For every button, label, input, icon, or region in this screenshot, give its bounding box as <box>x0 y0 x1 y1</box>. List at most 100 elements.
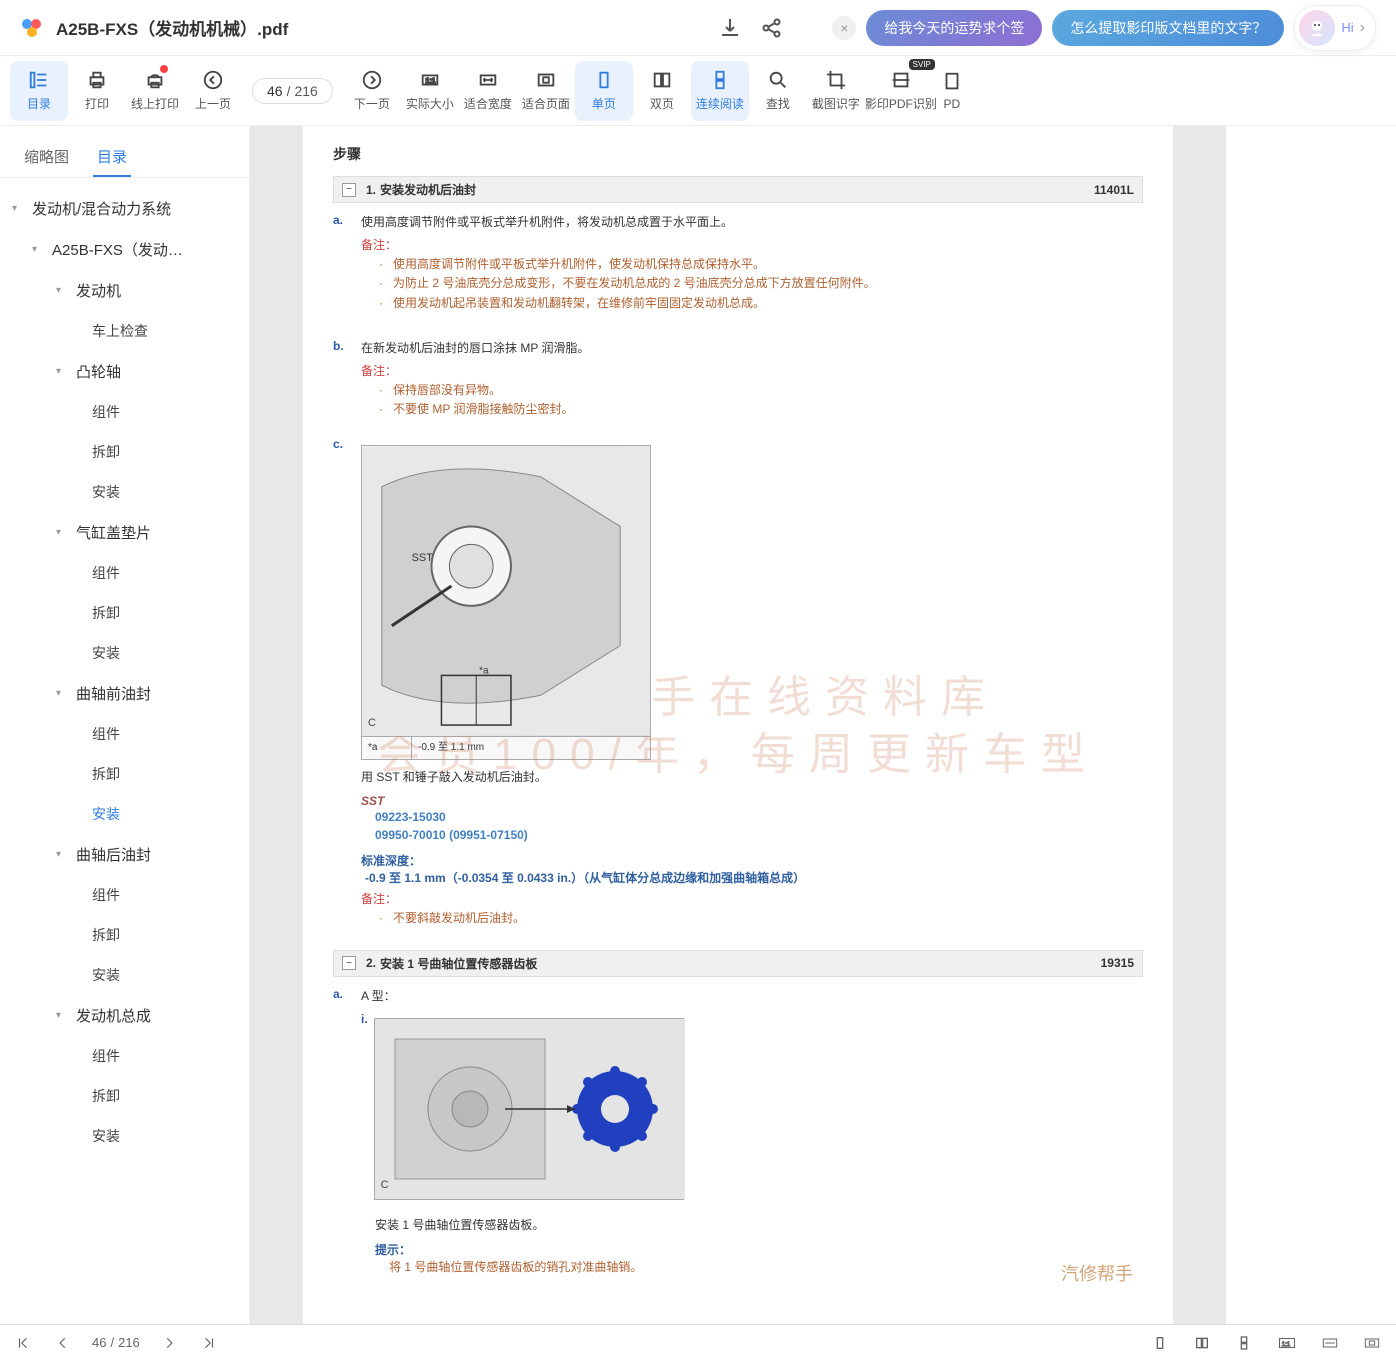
tree-node-cam-remove[interactable]: 拆卸 <box>0 432 249 472</box>
tool-toc[interactable]: 目录 <box>10 61 68 121</box>
diagram-corner-c: C <box>381 1177 389 1195</box>
footer-fitw-icon[interactable] <box>1318 1332 1342 1354</box>
tree-node-gasket-install[interactable]: 安装 <box>0 633 249 673</box>
footer-single-icon[interactable] <box>1148 1331 1172 1355</box>
tree-node-fs-comp[interactable]: 组件 <box>0 714 249 754</box>
avatar-icon <box>1299 10 1335 46</box>
tool-continuous[interactable]: 连续阅读 <box>691 61 749 121</box>
tool-fit-page[interactable]: 适合页面 <box>517 61 575 121</box>
tool-actual-label: 实际大小 <box>406 95 454 112</box>
note-list-a: 使用高度调节附件或平板式举升机附件，使发动机保持总成保持水平。 为防止 2 号油… <box>333 255 1143 313</box>
tree-node-engine-hybrid[interactable]: ▾发动机/混合动力系统 <box>0 188 249 229</box>
tool-toc-label: 目录 <box>27 95 51 112</box>
footer-fitp-icon[interactable] <box>1360 1332 1384 1354</box>
tree-node-fs-remove[interactable]: 拆卸 <box>0 754 249 794</box>
page-current: 46 <box>267 83 283 99</box>
tool-actual-size[interactable]: 1:1 实际大小 <box>401 61 459 121</box>
chevron-down-icon: ▾ <box>56 1010 70 1021</box>
avatar-button[interactable]: Hi › <box>1294 5 1376 51</box>
tool-double-page[interactable]: 双页 <box>633 61 691 121</box>
diagram-sensor-plate: C <box>374 1018 684 1200</box>
tab-toc[interactable]: 目录 <box>93 138 131 177</box>
tree-node-cam-comp[interactable]: 组件 <box>0 392 249 432</box>
tool-online-print[interactable]: 线上打印 <box>126 61 184 121</box>
svg-text:1:1: 1:1 <box>425 76 435 85</box>
footer-actual-icon[interactable]: 1:1 <box>1274 1332 1300 1354</box>
tree-node-camshaft[interactable]: ▾凸轮轴 <box>0 351 249 392</box>
page-sep: / <box>287 83 291 99</box>
tool-screenshot-ocr[interactable]: 截图识字 <box>807 61 865 121</box>
download-icon[interactable] <box>718 16 742 40</box>
tree-node-onvehicle[interactable]: 车上检查 <box>0 311 249 351</box>
diagram-sst: SST *a C *a -0.9 至 1.1 mm <box>361 445 651 760</box>
svip-badge: SVIP <box>909 59 935 70</box>
tree-node-ea-install[interactable]: 安装 <box>0 1116 249 1156</box>
note-list-c: 不要斜敲发动机后油封。 <box>333 909 1143 928</box>
tool-next-page[interactable]: 下一页 <box>343 61 401 121</box>
pdf-viewport[interactable]: 汽修帮手在线资料库 会员100/年，每周更新车型 步骤 − 1. 安装发动机后油… <box>250 126 1226 1326</box>
tree-node-engine[interactable]: ▾发动机 <box>0 270 249 311</box>
step-i-letter: i. <box>361 1010 368 1208</box>
sst-label: SST <box>361 794 1143 808</box>
prev-page-button[interactable] <box>52 1332 74 1354</box>
promo-close-button[interactable]: × <box>832 16 856 40</box>
chevron-down-icon: ▾ <box>56 366 70 377</box>
tree-node-ea-remove[interactable]: 拆卸 <box>0 1076 249 1116</box>
tab-thumbnail[interactable]: 缩略图 <box>20 138 73 177</box>
last-page-button[interactable] <box>198 1332 220 1354</box>
fit-page-icon <box>535 69 557 91</box>
diagram-table: *a -0.9 至 1.1 mm <box>362 736 650 759</box>
footer-double-icon[interactable] <box>1190 1331 1214 1355</box>
step-a-text: 使用高度调节附件或平板式举升机附件，将发动机总成置于水平面上。 <box>361 213 1143 232</box>
footer-page-indicator[interactable]: 46 / 216 <box>92 1335 140 1350</box>
tree-node-rs-install[interactable]: 安装 <box>0 955 249 995</box>
right-gutter <box>1226 126 1396 1326</box>
list-icon <box>28 69 50 91</box>
tree-node-rs-comp[interactable]: 组件 <box>0 875 249 915</box>
tree-node-gasket[interactable]: ▾气缸盖垫片 <box>0 512 249 553</box>
promo-ocr-button[interactable]: 怎么提取影印版文档里的文字？ <box>1052 10 1284 46</box>
footer-continuous-icon[interactable] <box>1232 1331 1256 1355</box>
section-1-header[interactable]: − 1. 安装发动机后油封 11401L <box>333 176 1143 203</box>
note-label: 备注： <box>333 890 1143 907</box>
tree-node-cam-install[interactable]: 安装 <box>0 472 249 512</box>
tree-node-rear-seal[interactable]: ▾曲轴后油封 <box>0 834 249 875</box>
tool-fit-width[interactable]: 适合宽度 <box>459 61 517 121</box>
tool-prev-page[interactable]: 上一页 <box>184 61 242 121</box>
step-a-letter: a. <box>333 213 351 232</box>
tree-node-engine-assy[interactable]: ▾发动机总成 <box>0 995 249 1036</box>
tool-find[interactable]: 查找 <box>749 61 807 121</box>
tool-scan-ocr[interactable]: SVIP 影印PDF识别 <box>865 61 937 121</box>
hint-text: 将 1 号曲轴位置传感器齿板的销孔对准曲轴销。 <box>389 1258 1143 1275</box>
chevron-down-icon: ▾ <box>32 244 46 255</box>
tool-online-print-label: 线上打印 <box>131 95 179 112</box>
page-indicator[interactable]: 46 / 216 <box>252 78 333 104</box>
first-page-button[interactable] <box>12 1332 34 1354</box>
tree-node-ea-comp[interactable]: 组件 <box>0 1036 249 1076</box>
tool-pdf-partial[interactable]: PD <box>937 61 967 121</box>
tool-next-label: 下一页 <box>354 95 390 112</box>
chevron-right-circle-icon <box>361 69 383 91</box>
step-a2-text: A 型： <box>361 987 1143 1006</box>
tool-print[interactable]: 打印 <box>68 61 126 121</box>
single-page-icon <box>593 69 615 91</box>
diagram-image-placeholder: SST *a C <box>362 446 650 736</box>
app-logo-icon <box>20 16 44 40</box>
next-page-button[interactable] <box>158 1332 180 1354</box>
share-icon[interactable] <box>760 16 784 40</box>
tree-node-front-seal[interactable]: ▾曲轴前油封 <box>0 673 249 714</box>
tool-single-page[interactable]: 单页 <box>575 61 633 121</box>
section-2-header[interactable]: − 2. 安装 1 号曲轴位置传感器齿板 19315 <box>333 950 1143 977</box>
promo-fortune-button[interactable]: 给我今天的运势求个签 <box>866 10 1042 46</box>
after-diagram-text: 用 SST 和锤子敲入发动机后油封。 <box>361 768 1143 787</box>
double-page-icon <box>651 69 673 91</box>
chevron-down-icon: ▾ <box>56 527 70 538</box>
tree-node-a25b[interactable]: ▾A25B-FXS（发动… <box>0 229 249 270</box>
tree-node-fs-install[interactable]: 安装 <box>0 794 249 834</box>
tree-node-gasket-remove[interactable]: 拆卸 <box>0 593 249 633</box>
tree-node-gasket-comp[interactable]: 组件 <box>0 553 249 593</box>
tree-node-rs-remove[interactable]: 拆卸 <box>0 915 249 955</box>
diagram-corner-c: C <box>368 715 376 733</box>
tool-cont-label: 连续阅读 <box>696 95 744 112</box>
toc-tree[interactable]: ▾发动机/混合动力系统 ▾A25B-FXS（发动… ▾发动机 车上检查 ▾凸轮轴… <box>0 178 249 1326</box>
